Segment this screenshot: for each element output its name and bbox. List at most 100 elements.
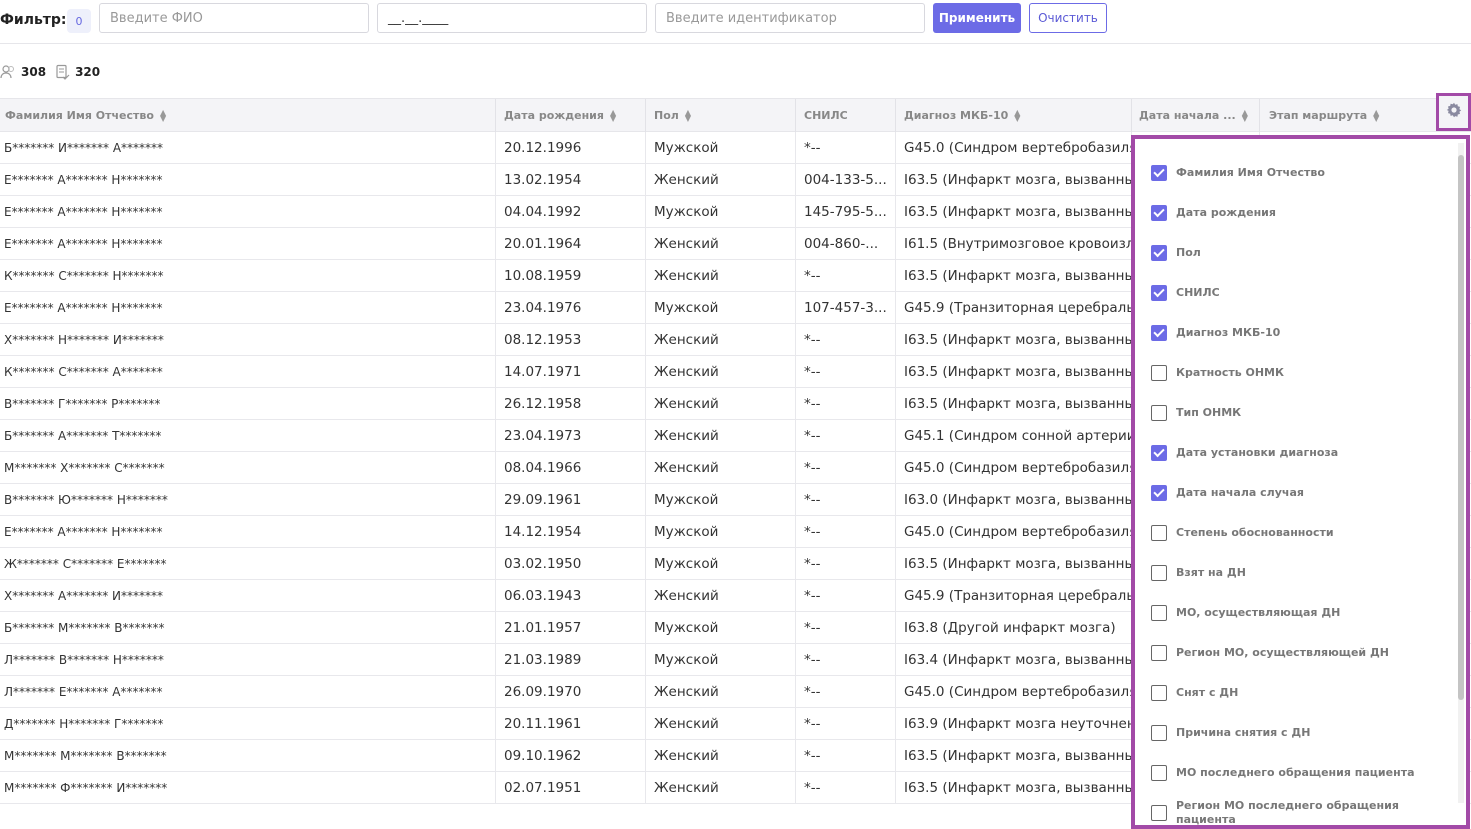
cell-birthdate: 20.12.1996 (496, 132, 646, 163)
column-toggle-checkbox[interactable] (1151, 685, 1167, 701)
column-toggle-item[interactable]: СНИЛС (1151, 283, 1436, 303)
column-toggle-item[interactable]: Фамилия Имя Отчество (1151, 163, 1436, 183)
column-toggle-label: Снят с ДН (1176, 686, 1239, 699)
cell-diagnosis: I63.5 (Инфаркт мозга, вызванны (896, 548, 1132, 579)
cell-sex: Женский (646, 164, 796, 195)
patients-icon (0, 64, 16, 80)
column-toggle-item[interactable]: Взят на ДН (1151, 563, 1436, 583)
column-header-case-start[interactable]: Дата начала ... ▲ ▼ (1132, 99, 1260, 132)
column-toggle-checkbox[interactable] (1151, 245, 1167, 261)
sort-icon: ▲ ▼ (684, 107, 691, 123)
cell-fio: Е******* А******* Н******* (0, 196, 496, 227)
cell-birthdate: 20.11.1961 (496, 708, 646, 739)
column-toggle-item[interactable]: Дата рождения (1151, 203, 1436, 223)
column-toggle-label: Дата установки диагноза (1176, 446, 1339, 459)
cell-snils: *-- (796, 356, 896, 387)
column-toggle-checkbox[interactable] (1151, 645, 1167, 661)
column-toggle-item[interactable]: Регион МО последнего обращения пациента (1151, 799, 1436, 825)
cell-birthdate: 14.07.1971 (496, 356, 646, 387)
column-toggle-item[interactable]: Дата начала случая (1151, 483, 1436, 503)
cell-birthdate: 23.04.1973 (496, 420, 646, 451)
cell-birthdate: 06.03.1943 (496, 580, 646, 611)
cell-fio: Е******* А******* Н******* (0, 164, 496, 195)
cell-snils: 004-133-5... (796, 164, 896, 195)
column-toggle-label: Регион МО, осуществляющей ДН (1176, 646, 1389, 659)
cell-diagnosis: I63.5 (Инфаркт мозга, вызванны (896, 772, 1132, 803)
cell-diagnosis: G45.0 (Синдром вертебробазиля (896, 132, 1132, 163)
column-header-snils[interactable]: СНИЛС (796, 99, 896, 132)
column-header-fio[interactable]: Фамилия Имя Отчество ▲ ▼ (0, 99, 496, 132)
panel-scrollbar-thumb[interactable] (1458, 155, 1464, 700)
column-toggle-item[interactable]: Регион МО, осуществляющей ДН (1151, 643, 1436, 663)
records-count: 320 (75, 65, 101, 79)
cell-snils: *-- (796, 676, 896, 707)
gear-icon (1446, 102, 1462, 122)
column-toggle-item[interactable]: Кратность ОНМК (1151, 363, 1436, 383)
cell-sex: Мужской (646, 612, 796, 643)
stats-bar: 308 320 (0, 62, 108, 82)
column-toggle-checkbox[interactable] (1151, 565, 1167, 581)
column-toggle-checkbox[interactable] (1151, 205, 1167, 221)
column-toggle-checkbox[interactable] (1151, 285, 1167, 301)
column-toggle-checkbox[interactable] (1151, 805, 1167, 821)
cell-sex: Женский (646, 772, 796, 803)
apply-button[interactable]: Применить (933, 3, 1021, 33)
cell-birthdate: 13.02.1954 (496, 164, 646, 195)
column-toggle-checkbox[interactable] (1151, 605, 1167, 621)
column-toggle-checkbox[interactable] (1151, 725, 1167, 741)
birthdate-input[interactable]: __.__.____ (377, 3, 647, 33)
column-toggle-item[interactable]: МО, осуществляющая ДН (1151, 603, 1436, 623)
fio-input[interactable]: Введите ФИО (99, 3, 369, 33)
cell-fio: М******* Х******* С******* (0, 452, 496, 483)
column-toggle-checkbox[interactable] (1151, 485, 1167, 501)
filter-label: Фильтр: (0, 12, 67, 28)
column-toggle-checkbox[interactable] (1151, 445, 1167, 461)
column-toggle-label: Диагноз МКБ-10 (1176, 326, 1281, 339)
column-toggle-checkbox[interactable] (1151, 365, 1167, 381)
column-toggle-checkbox[interactable] (1151, 325, 1167, 341)
column-header-label: Этап маршрута (1269, 109, 1368, 122)
identifier-input[interactable]: Введите идентификатор (655, 3, 925, 33)
cell-fio: К******* С******* А******* (0, 356, 496, 387)
column-settings-button[interactable] (1436, 93, 1471, 131)
cell-snils: 145-795-5... (796, 196, 896, 227)
cell-fio: К******* С******* Н******* (0, 260, 496, 291)
cell-diagnosis: I63.8 (Другой инфаркт мозга) (896, 612, 1132, 643)
cell-snils: *-- (796, 420, 896, 451)
column-toggle-checkbox[interactable] (1151, 525, 1167, 541)
cell-sex: Мужской (646, 644, 796, 675)
column-toggle-checkbox[interactable] (1151, 405, 1167, 421)
clear-button[interactable]: Очистить (1029, 3, 1107, 33)
column-header-diagnosis[interactable]: Диагноз МКБ-10 ▲ ▼ (896, 99, 1132, 132)
column-header-sex[interactable]: Пол ▲ ▼ (646, 99, 796, 132)
cell-diagnosis: I63.5 (Инфаркт мозга, вызванны (896, 260, 1132, 291)
column-toggle-label: Степень обоснованности (1176, 526, 1334, 539)
column-header-birthdate[interactable]: Дата рождения ▲ ▼ (496, 99, 646, 132)
cell-snils: 004-860-... (796, 228, 896, 259)
column-toggle-item[interactable]: Тип ОНМК (1151, 403, 1436, 423)
column-header-label: Дата начала ... (1139, 109, 1236, 122)
column-toggle-item[interactable]: Пол (1151, 243, 1436, 263)
column-toggle-item[interactable]: Дата установки диагноза (1151, 443, 1436, 463)
cell-diagnosis: I63.0 (Инфаркт мозга, вызванны (896, 484, 1132, 515)
column-toggle-label: Дата рождения (1176, 206, 1276, 219)
cell-birthdate: 08.04.1966 (496, 452, 646, 483)
column-toggle-item[interactable]: Снят с ДН (1151, 683, 1436, 703)
cell-diagnosis: I63.5 (Инфаркт мозга, вызванны (896, 164, 1132, 195)
column-toggle-item[interactable]: Степень обоснованности (1151, 523, 1436, 543)
cell-snils: *-- (796, 548, 896, 579)
sort-icon: ▲ ▼ (159, 107, 167, 123)
cell-diagnosis: G45.9 (Транзиторная церебралы (896, 580, 1132, 611)
column-header-label: Пол (654, 109, 679, 122)
column-toggle-item[interactable]: Диагноз МКБ-10 (1151, 323, 1436, 343)
cell-snils: *-- (796, 388, 896, 419)
column-toggle-item[interactable]: Причина снятия с ДН (1151, 723, 1436, 743)
cell-fio: Б******* М******* В******* (0, 612, 496, 643)
column-toggle-item[interactable]: МО последнего обращения пациента (1151, 763, 1436, 783)
cell-fio: Д******* Н******* Г******* (0, 708, 496, 739)
column-toggle-checkbox[interactable] (1151, 765, 1167, 781)
patients-count: 308 (21, 65, 47, 79)
cell-snils: *-- (796, 772, 896, 803)
cell-fio: М******* М******* В******* (0, 740, 496, 771)
column-toggle-checkbox[interactable] (1151, 165, 1167, 181)
